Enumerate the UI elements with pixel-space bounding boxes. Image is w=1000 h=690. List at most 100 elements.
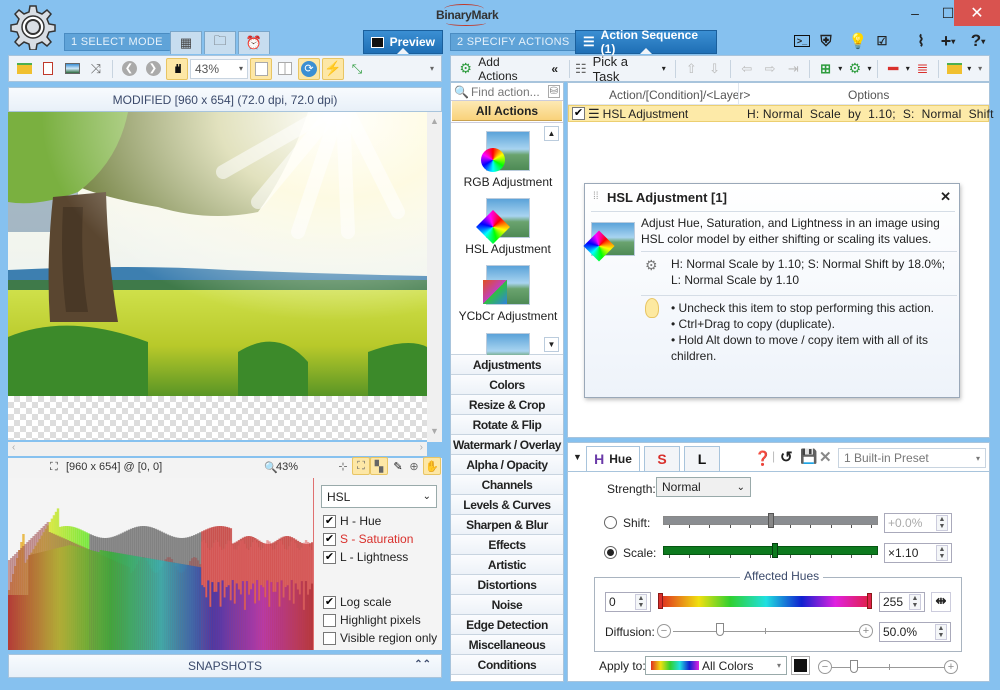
expand-chevron-icon[interactable]: ⌃⌃ <box>414 659 431 670</box>
sequence-row[interactable]: ✔ ☰ HSL Adjustment H: Normal Scale by 1.… <box>568 105 993 122</box>
snapshots-bar[interactable]: SNAPSHOTS ⌃⌃ <box>8 654 442 678</box>
eyedropper-icon[interactable]: ✎ <box>390 457 406 475</box>
scale-radio[interactable] <box>604 546 617 559</box>
apply-slider[interactable] <box>832 667 944 668</box>
category-button[interactable]: Conditions <box>451 655 563 675</box>
category-button[interactable]: Alpha / Opacity <box>451 455 563 475</box>
shift-value-input[interactable]: +0.0% ▲ ▼ <box>884 513 952 533</box>
delete-preset-icon[interactable]: ✕ <box>819 448 832 466</box>
clipboard-icon[interactable] <box>37 58 59 80</box>
hue-to-spinner[interactable]: ▲ ▼ <box>909 594 921 610</box>
pan-hand-icon[interactable]: ✋ <box>423 457 441 475</box>
remove-all-icon[interactable]: ≣ <box>912 58 933 80</box>
histogram-option-1[interactable]: Highlight pixels <box>323 611 437 629</box>
category-button[interactable]: Sharpen & Blur <box>451 515 563 535</box>
tab-action-sequence[interactable]: ☰ Action Sequence (1) <box>575 28 717 56</box>
checklist-icon[interactable]: ☑ <box>873 32 891 50</box>
action-item-hsl[interactable]: HSL Adjustment <box>451 198 565 256</box>
scale-spinner[interactable]: ▲ ▼ <box>936 545 948 561</box>
row-checkbox[interactable]: ✔ <box>572 107 585 120</box>
strength-select[interactable]: Normal ⌄ <box>656 477 751 497</box>
category-button[interactable]: Adjustments <box>451 355 563 375</box>
diffusion-slider-thumb[interactable] <box>715 623 724 636</box>
shift-radio[interactable] <box>604 516 617 529</box>
signal-icon[interactable]: ⌇ <box>912 32 930 50</box>
mask-icon[interactable] <box>791 656 810 675</box>
reset-icon[interactable]: ↺ <box>780 448 793 466</box>
checkbox[interactable] <box>323 631 336 645</box>
hue-range-bar[interactable] <box>661 596 871 607</box>
shift-slider[interactable] <box>663 513 878 529</box>
image-vertical-scrollbar[interactable]: ▲ ▼ <box>427 112 442 442</box>
help-menu-icon[interactable]: ? ▾ <box>965 31 991 50</box>
app-menu-gear-icon[interactable] <box>10 4 56 51</box>
shift-spinner[interactable]: ▲ ▼ <box>936 515 948 531</box>
all-actions-header[interactable]: All Actions <box>452 101 562 121</box>
fit-arrows-icon[interactable]: ⤡ <box>346 58 368 80</box>
forward-icon[interactable]: ❯ <box>142 58 164 80</box>
histogram-mode-select[interactable]: HSL ⌄ <box>321 485 437 508</box>
plus-menu-icon[interactable]: + ▾ <box>935 31 961 51</box>
tab-lightness[interactable]: L <box>684 446 720 471</box>
help-circle-icon[interactable]: ❓ <box>754 450 771 467</box>
channel-checkbox-0[interactable]: ✔ H - Hue <box>323 512 413 530</box>
hue-to-handle[interactable] <box>867 593 872 609</box>
link-handles-icon[interactable]: ⇹ <box>931 592 951 612</box>
indent-icon[interactable]: ⇥ <box>783 58 804 80</box>
scheduler-button[interactable]: ⏰ <box>238 31 270 54</box>
pick-task-button[interactable]: Pick a Task <box>593 54 656 84</box>
category-button[interactable]: Miscellaneous <box>451 635 563 655</box>
image-icon[interactable] <box>61 58 83 80</box>
move-left-icon[interactable]: ⇦ <box>736 58 757 80</box>
auto-preview-icon[interactable]: ⚡ <box>322 57 344 80</box>
checkbox[interactable]: ✔ <box>323 550 336 564</box>
diffusion-plus-icon[interactable]: + <box>859 624 873 638</box>
back-icon[interactable]: ❮ <box>118 58 140 80</box>
preview-image[interactable] <box>8 112 427 402</box>
preset-select[interactable]: 1 Built-in Preset ▾ <box>838 448 986 468</box>
move-right-icon[interactable]: ⇨ <box>759 58 780 80</box>
hue-from-spinner[interactable]: ▲ ▼ <box>635 594 647 610</box>
tab-hue[interactable]: H Hue <box>586 446 640 471</box>
checkbox[interactable]: ✔ <box>323 532 336 546</box>
shift-slider-thumb[interactable] <box>767 513 774 528</box>
fit-to-window-icon[interactable]: ⛶ <box>352 457 370 475</box>
split-view-icon[interactable] <box>274 58 296 80</box>
category-button[interactable]: Noise <box>451 595 563 615</box>
move-up-icon[interactable]: ⇧ <box>681 58 702 80</box>
hue-from-handle[interactable] <box>658 593 663 609</box>
column-header-options[interactable]: Options <box>848 88 889 102</box>
toolbar-overflow-icon[interactable]: ▾ <box>975 58 985 80</box>
lightbulb-icon[interactable]: 💡 <box>849 32 868 50</box>
scale-slider[interactable] <box>663 543 878 559</box>
category-button[interactable]: Rotate & Flip <box>451 415 563 435</box>
diffusion-minus-icon[interactable]: − <box>657 624 671 638</box>
hue-from-input[interactable]: 0 ▲ ▼ <box>605 592 651 612</box>
category-button[interactable]: Channels <box>451 475 563 495</box>
action-item-ycbcr[interactable]: YCbCr Adjustment <box>451 265 565 323</box>
apply-to-select[interactable]: All Colors ▾ <box>645 656 787 675</box>
collapse-library-button[interactable]: « <box>551 62 558 76</box>
add-layer-icon[interactable]: ⚙ <box>844 58 865 80</box>
tooltip-close-button[interactable]: ✕ <box>940 189 951 205</box>
hue-to-input[interactable]: 255 ▲ ▼ <box>879 592 925 612</box>
category-button[interactable]: Watermark / Overlay <box>451 435 563 455</box>
apply-slider-thumb[interactable] <box>850 660 859 673</box>
refresh-icon[interactable]: ⟳ <box>298 57 320 80</box>
apply-minus-icon[interactable]: − <box>818 660 832 674</box>
channel-checkbox-1[interactable]: ✔ S - Saturation <box>323 530 413 548</box>
filter-icon[interactable]: ⛁ <box>547 85 560 98</box>
apply-plus-icon[interactable]: + <box>944 660 958 674</box>
grip-icon[interactable]: ⁞⁞ <box>593 191 599 202</box>
shuffle-icon[interactable]: ⤨ <box>85 58 107 80</box>
pick-task-dropdown-icon[interactable]: ▾ <box>662 64 666 73</box>
category-button[interactable]: Resize & Crop <box>451 395 563 415</box>
category-button[interactable]: Edge Detection <box>451 615 563 635</box>
folder-watch-button[interactable]: 🗀 <box>204 31 236 54</box>
histogram-option-0[interactable]: ✔ Log scale <box>323 593 437 611</box>
open-folder-icon[interactable] <box>13 58 35 80</box>
console-icon[interactable]: >_ <box>793 32 811 50</box>
find-action-input[interactable]: 🔍 Find action... ⛁ <box>451 83 563 101</box>
close-button[interactable]: ✕ <box>954 0 1000 26</box>
zoom-select[interactable]: 43% ▾ <box>190 58 248 79</box>
